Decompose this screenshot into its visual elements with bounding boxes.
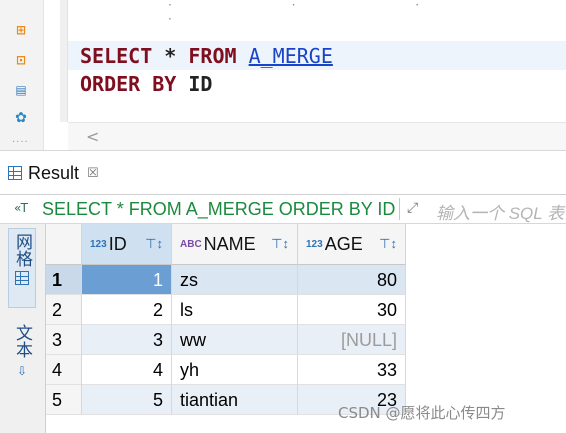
query-text-icon: «T [14,201,29,215]
result-tab-label: Result [28,162,80,183]
ruler-dots: · · · · [168,0,478,26]
cell-id[interactable]: 4 [82,355,172,385]
text-icon: ⇩ [16,364,28,378]
cell-age[interactable]: 80 [298,265,406,295]
keyword-order-by: ORDER BY [80,72,177,96]
row-number[interactable]: 2 [46,295,82,325]
export-icon[interactable]: ⊡ [13,52,29,68]
execute-script-icon[interactable]: ⊞ [13,22,29,38]
cell-id[interactable]: 5 [82,385,172,415]
table-row[interactable]: 1 1 zs 80 [46,265,566,295]
cell-age[interactable]: 30 [298,295,406,325]
order-column: ID [188,72,213,96]
cell-name[interactable]: ls [172,295,298,325]
table-row[interactable]: 4 4 yh 33 [46,355,566,385]
scroll-left-icon[interactable]: < [86,127,99,146]
cell-age[interactable]: 33 [298,355,406,385]
row-number-header[interactable] [46,224,82,265]
filter-input[interactable]: 输入一个 SQL 表 [436,199,564,224]
grid-icon [15,271,29,285]
close-icon[interactable]: ☒ [87,166,99,181]
cell-age-null[interactable]: [NULL] [298,325,406,355]
editor-toolbar: ⊞ ⊡ ▤ ✿ ···· [0,0,44,150]
sql-editor[interactable]: ⊞ ⊡ ▤ ✿ ···· · · · · SELECT * FROM A_MER… [0,0,566,150]
text-tab-label: 文本 [12,324,32,358]
cell-name[interactable]: tiantian [172,385,298,415]
cell-name[interactable]: zs [172,265,298,295]
query-bar: «T SELECT * FROM A_MERGE ORDER BY ID ⤢ 输… [0,195,566,224]
table-name-link[interactable]: A_MERGE [249,44,333,68]
more-icon[interactable]: ···· [12,137,29,148]
tab-result[interactable]: Result ☒ [8,159,99,187]
column-header-age[interactable]: 123 AGE ⊤↕ [298,224,406,265]
cell-id[interactable]: 3 [82,325,172,355]
tab-grid[interactable]: 网格 [8,228,36,308]
result-tab-bar: Result ☒ [0,150,566,195]
select-star: * [152,44,189,68]
sort-filter-icon[interactable]: ⊤↕ [271,236,289,252]
numeric-type-icon: 123 [306,238,323,250]
row-number[interactable]: 3 [46,325,82,355]
settings-icon[interactable]: ✿ [13,110,29,126]
row-number[interactable]: 5 [46,385,82,415]
line-gutter [60,0,68,122]
keyword-from: FROM [188,44,237,68]
row-number[interactable]: 1 [46,265,82,295]
keyword-select: SELECT [80,44,153,68]
table-row[interactable]: 2 2 ls 30 [46,295,566,325]
sql-line-2[interactable]: ORDER BY ID [80,72,212,96]
horizontal-scrollbar[interactable]: < [68,122,566,150]
expand-icon[interactable]: ⤢ [407,200,418,216]
column-label: AGE [324,233,363,254]
table-row[interactable]: 3 3 ww [NULL] [46,325,566,355]
grid-tab-label: 网格 [12,233,32,267]
text-type-icon: ABC [180,238,202,250]
cell-id[interactable]: 2 [82,295,172,325]
sort-filter-icon[interactable]: ⊤↕ [145,236,163,252]
cell-id[interactable]: 1 [82,265,172,295]
divider [399,198,400,220]
numeric-type-icon: 123 [90,238,107,250]
column-header-id[interactable]: 123 ID ⊤↕ [82,224,172,265]
sort-filter-icon[interactable]: ⊤↕ [379,236,397,252]
tab-text[interactable]: 文本 ⇩ [8,324,36,394]
view-mode-tabs: 网格 文本 ⇩ [0,224,46,433]
cell-name[interactable]: ww [172,325,298,355]
column-header-name[interactable]: ABC NAME ⊤↕ [172,224,298,265]
column-label: ID [108,233,127,254]
code-area[interactable]: · · · · SELECT * FROM A_MERGE ORDER BY I… [68,0,566,122]
sql-line-1[interactable]: SELECT * FROM A_MERGE [80,44,333,68]
watermark: CSDN @愿将此心传四方 [338,404,506,422]
explain-icon[interactable]: ▤ [13,82,29,98]
row-number[interactable]: 4 [46,355,82,385]
query-text[interactable]: SELECT * FROM A_MERGE ORDER BY ID [42,199,395,220]
column-label: NAME [203,233,256,254]
grid-icon [8,166,22,180]
cell-name[interactable]: yh [172,355,298,385]
